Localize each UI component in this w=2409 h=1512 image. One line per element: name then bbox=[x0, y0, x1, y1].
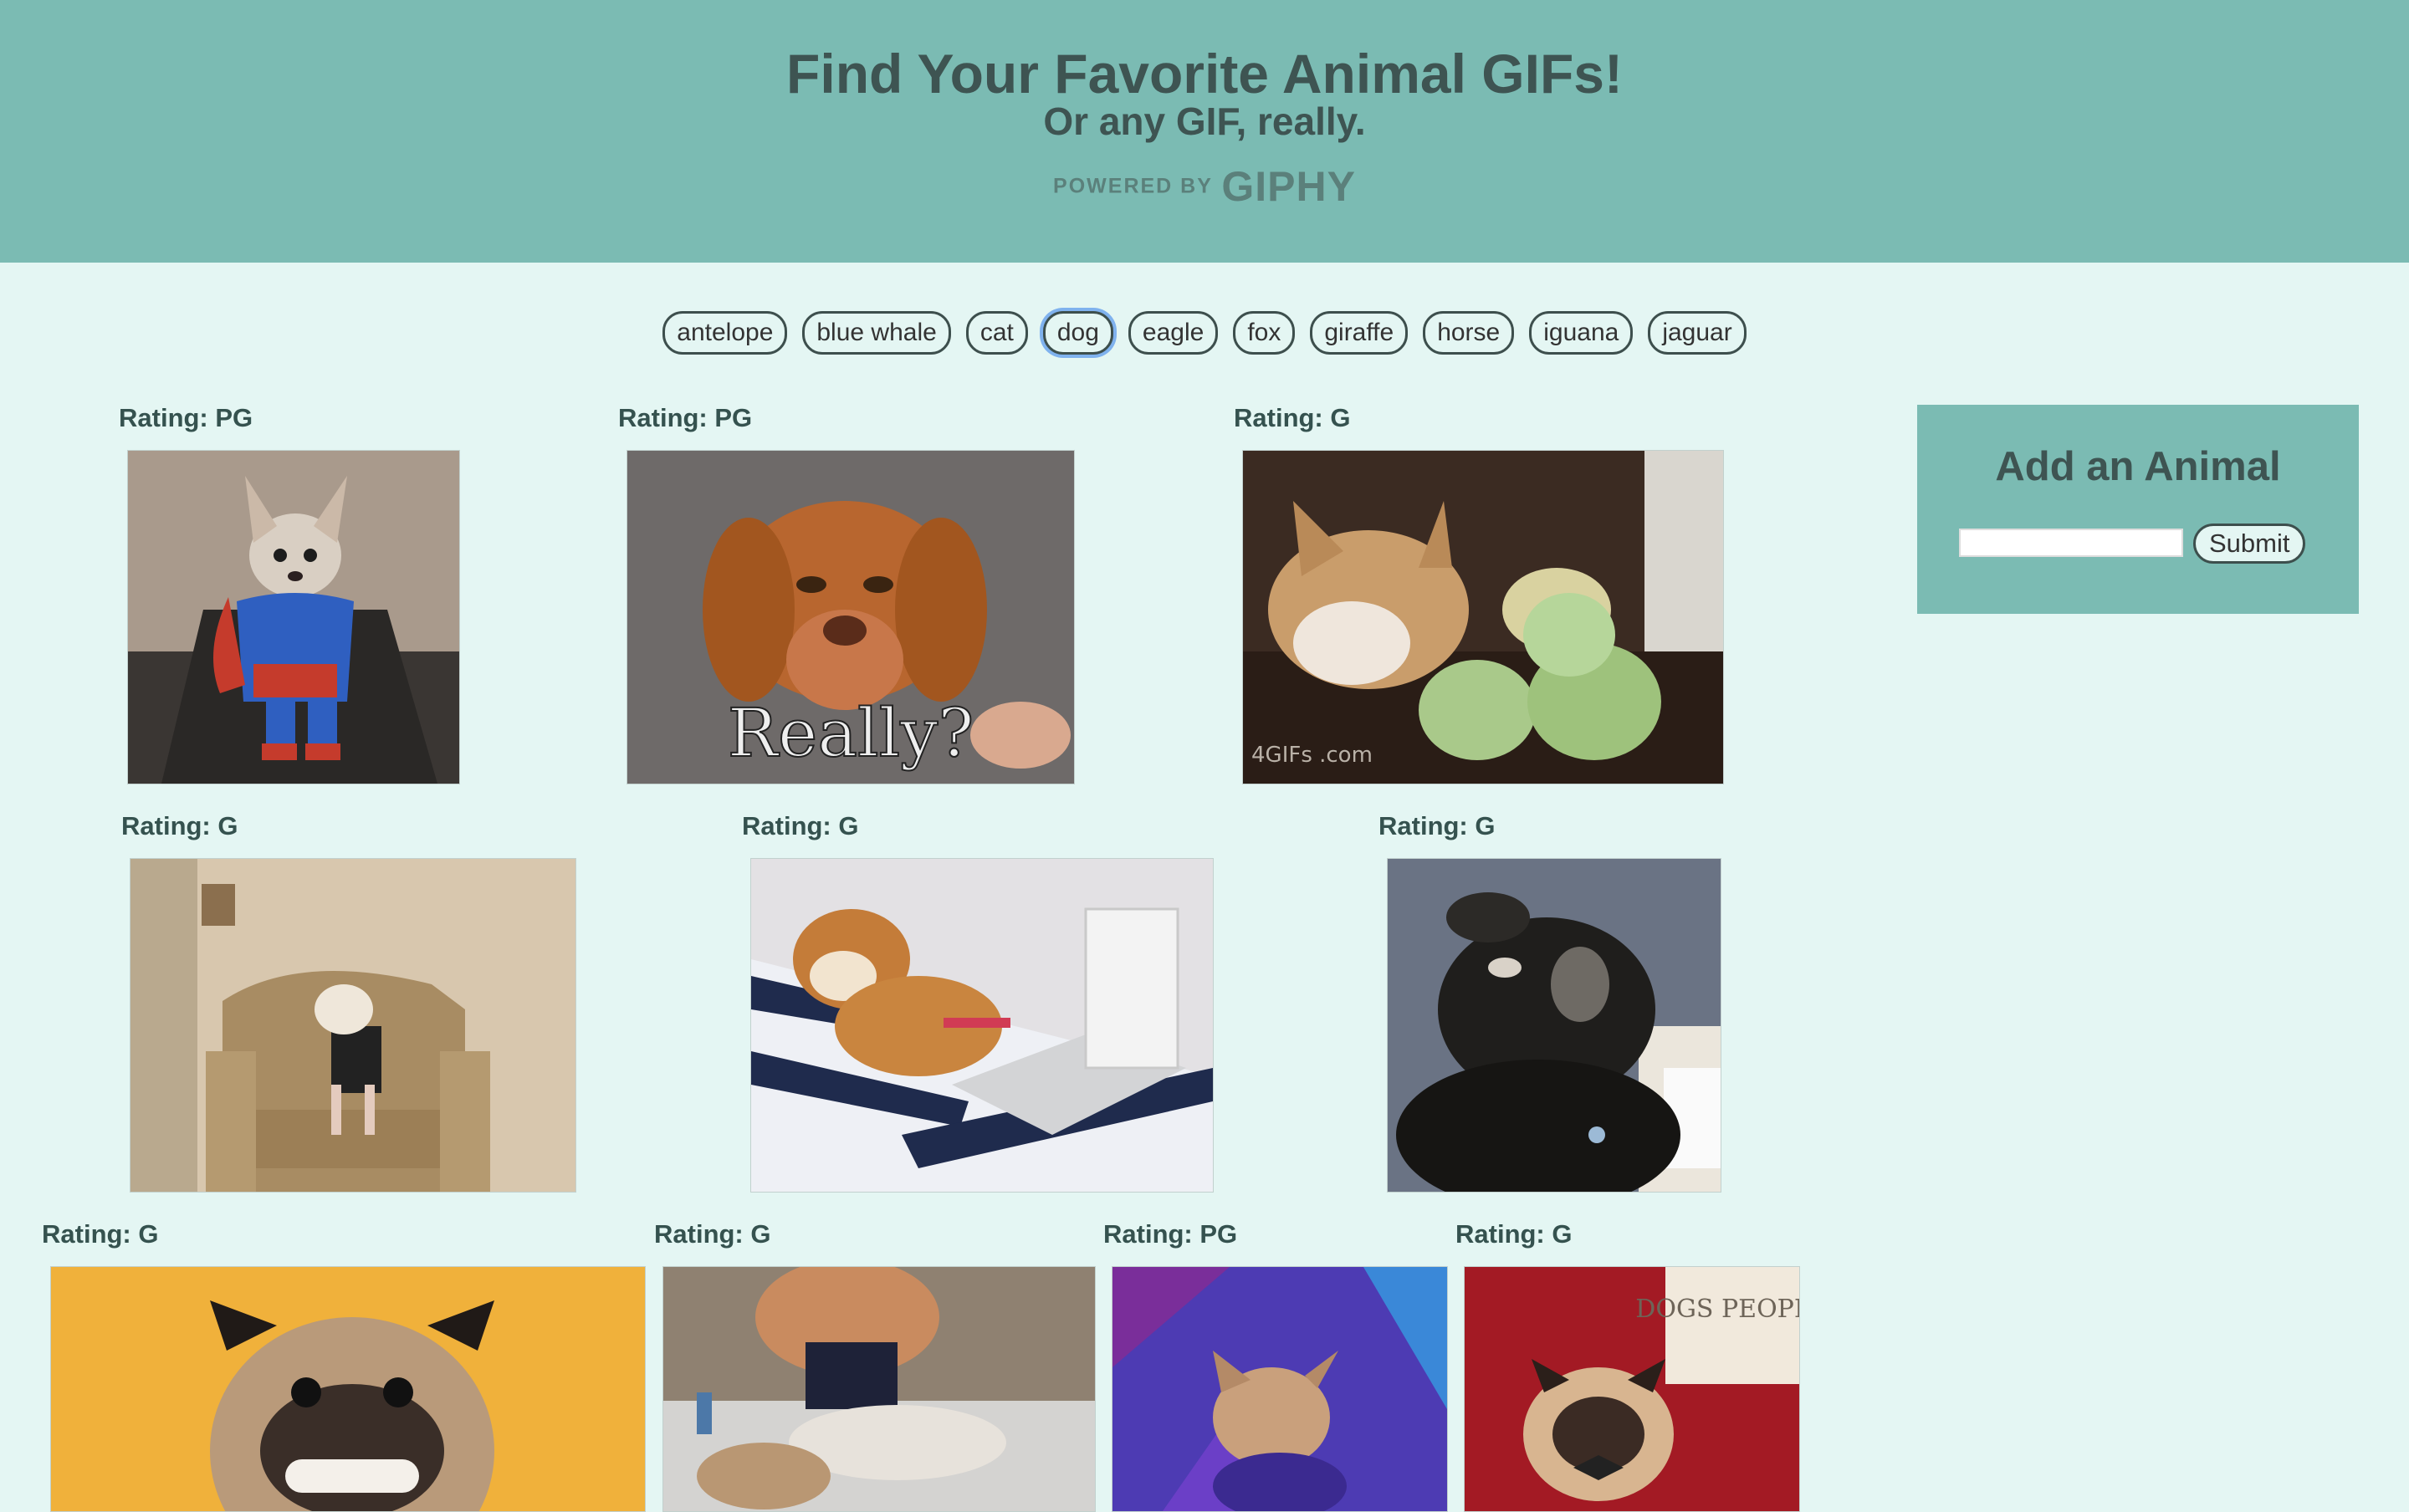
gif-image[interactable] bbox=[50, 1266, 646, 1512]
gif-caption: Really? bbox=[728, 694, 974, 772]
animal-button-fox[interactable]: fox bbox=[1233, 311, 1296, 355]
page-header: Find Your Favorite Animal GIFs! Or any G… bbox=[0, 0, 2409, 263]
gif-rating: Rating: PG bbox=[1103, 1219, 1238, 1249]
animal-button-giraffe[interactable]: giraffe bbox=[1310, 311, 1409, 355]
powered-by-text: POWERED BY bbox=[1053, 174, 1213, 198]
gif-card: Rating: PG Really? bbox=[618, 403, 1075, 784]
gif-card: Rating: G bbox=[742, 811, 1214, 1193]
animal-button-antelope[interactable]: antelope bbox=[662, 311, 788, 355]
animal-button-dog[interactable]: dog bbox=[1042, 311, 1113, 355]
animal-button-horse[interactable]: horse bbox=[1423, 311, 1515, 355]
giphy-logo: GIPHY bbox=[1221, 163, 1356, 210]
gif-card: Rating: G bbox=[121, 811, 576, 1193]
gif-rating: Rating: PG bbox=[618, 403, 753, 432]
gif-rating: Rating: PG bbox=[119, 403, 253, 432]
gif-image[interactable] bbox=[130, 858, 576, 1193]
animal-button-jaguar[interactable]: jaguar bbox=[1648, 311, 1747, 355]
gif-watermark: 4GIFs .com bbox=[1251, 743, 1373, 768]
gif-card: Rating: PG bbox=[119, 403, 460, 784]
gif-image[interactable]: 4GIFs .com bbox=[1242, 450, 1724, 784]
gif-card: Rating: G DOGS PEOPLE bbox=[1455, 1219, 1800, 1512]
add-animal-panel: Add an Animal Submit bbox=[1917, 405, 2359, 614]
gif-rating: Rating: G bbox=[654, 1219, 771, 1249]
gif-image[interactable] bbox=[750, 858, 1214, 1193]
gif-image[interactable] bbox=[662, 1266, 1096, 1512]
page-subtitle: Or any GIF, really. bbox=[1043, 100, 1366, 143]
submit-button[interactable]: Submit bbox=[2193, 524, 2306, 564]
gif-watermark: DOGS PEOPLE bbox=[1635, 1295, 1799, 1324]
gif-rating: Rating: G bbox=[1378, 811, 1496, 840]
gif-card: Rating: PG bbox=[1103, 1219, 1448, 1512]
gif-image[interactable] bbox=[127, 450, 460, 784]
gif-card: Rating: G bbox=[654, 1219, 1096, 1512]
gif-image[interactable] bbox=[1387, 858, 1721, 1193]
animal-input[interactable] bbox=[1959, 529, 2183, 557]
page-title: Find Your Favorite Animal GIFs! bbox=[786, 43, 1623, 105]
gif-card: Rating: G bbox=[42, 1219, 646, 1512]
animal-button-eagle[interactable]: eagle bbox=[1128, 311, 1219, 355]
animal-button-cat[interactable]: cat bbox=[965, 311, 1028, 355]
animal-button-blue-whale[interactable]: blue whale bbox=[802, 311, 951, 355]
gif-rating: Rating: G bbox=[1234, 403, 1351, 432]
giphy-attribution: POWERED BY GIPHY bbox=[0, 162, 2409, 211]
gif-image[interactable] bbox=[1112, 1266, 1448, 1512]
add-animal-title: Add an Animal bbox=[1995, 444, 2281, 489]
animal-button-row: antelope blue whale cat dog eagle fox giraffe h… bbox=[0, 311, 2409, 355]
animal-button-iguana[interactable]: iguana bbox=[1529, 311, 1634, 355]
gif-rating: Rating: G bbox=[121, 811, 238, 840]
gif-rating: Rating: G bbox=[1455, 1219, 1573, 1249]
gif-image[interactable]: DOGS PEOPLE bbox=[1464, 1266, 1800, 1512]
gif-card: Rating: G 4GIFs .com bbox=[1234, 403, 1724, 784]
gif-rating: Rating: G bbox=[42, 1219, 159, 1249]
gif-rating: Rating: G bbox=[742, 811, 859, 840]
gif-image[interactable]: Really? bbox=[627, 450, 1075, 784]
gif-card: Rating: G bbox=[1378, 811, 1721, 1193]
